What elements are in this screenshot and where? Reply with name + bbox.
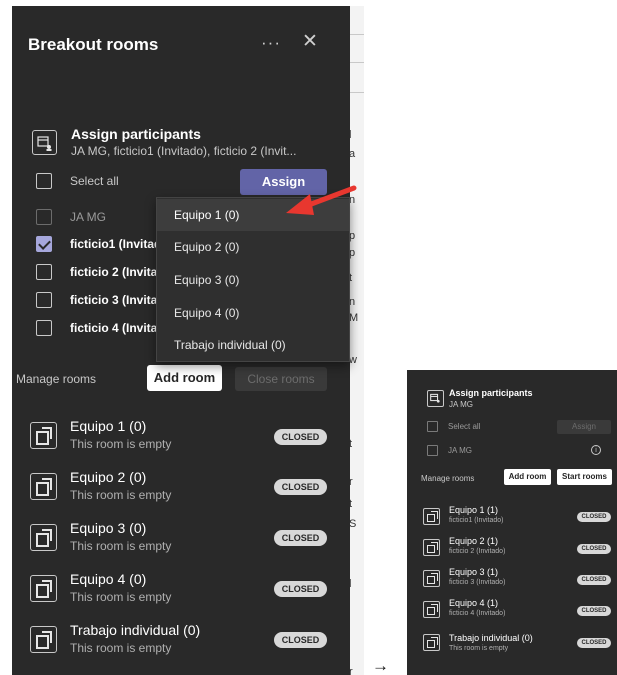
room-icon xyxy=(423,634,440,651)
room-icon xyxy=(423,539,440,556)
bg-text: S xyxy=(350,518,357,530)
bg-text: M xyxy=(350,312,359,324)
assign-participants-title: Assign participants xyxy=(71,126,201,142)
select-all-checkbox[interactable] xyxy=(427,421,438,432)
add-room-button[interactable]: Add room xyxy=(504,469,551,485)
room-icon xyxy=(30,422,57,449)
participant-checkbox[interactable] xyxy=(36,264,52,280)
close-rooms-button[interactable]: Close rooms xyxy=(235,367,327,391)
room-name[interactable]: Equipo 3 (0) xyxy=(70,520,146,536)
room-name[interactable]: Equipo 4 (1) xyxy=(449,598,498,608)
bg-text: p xyxy=(350,247,356,259)
info-icon[interactable]: i xyxy=(591,445,601,455)
manage-rooms-label: Manage rooms xyxy=(16,372,97,386)
room-status: This room is empty xyxy=(70,437,172,451)
participant-checkbox[interactable] xyxy=(36,209,52,225)
assign-participants-summary: JA MG, ficticio1 (Invitado), ficticio 2 … xyxy=(71,144,297,158)
room-name[interactable]: Trabajo individual (0) xyxy=(70,622,200,638)
assign-participants-summary: JA MG xyxy=(449,400,474,409)
select-all-label: Select all xyxy=(448,422,481,431)
bg-text: l xyxy=(350,129,352,141)
assign-participants-title: Assign participants xyxy=(449,388,533,398)
room-name[interactable]: Trabajo individual (0) xyxy=(449,633,533,643)
room-status: This room is empty xyxy=(70,488,172,502)
annotation-arrow-icon xyxy=(286,185,357,215)
assign-participants-icon xyxy=(427,390,444,407)
room-closed-badge: CLOSED xyxy=(577,575,611,585)
room-name[interactable]: Equipo 4 (0) xyxy=(70,571,146,587)
menu-item-room[interactable]: Equipo 3 (0) xyxy=(157,264,349,296)
bg-text: w xyxy=(350,354,357,366)
bg-text: a xyxy=(350,148,356,160)
room-status: This room is empty xyxy=(70,590,172,604)
bg-text: p xyxy=(350,230,356,242)
room-closed-badge: CLOSED xyxy=(274,429,327,445)
bg-text: n xyxy=(350,296,356,308)
assign-participants-icon xyxy=(32,130,57,155)
room-closed-badge: CLOSED xyxy=(577,638,611,648)
menu-item-room[interactable]: Trabajo individual (0) xyxy=(157,329,349,361)
bg-text: r xyxy=(350,666,353,675)
room-closed-badge: CLOSED xyxy=(577,606,611,616)
room-name[interactable]: Equipo 3 (1) xyxy=(449,567,498,577)
participant-checkbox[interactable] xyxy=(36,236,52,252)
bg-text: t xyxy=(350,498,353,510)
room-closed-badge: CLOSED xyxy=(274,530,327,546)
room-name[interactable]: Equipo 1 (0) xyxy=(70,418,146,434)
select-all-checkbox[interactable] xyxy=(36,173,52,189)
participant-checkbox[interactable] xyxy=(36,320,52,336)
room-status: ficticio 3 (Invitado) xyxy=(449,579,506,586)
room-name[interactable]: Equipo 1 (1) xyxy=(449,505,498,515)
menu-item-room[interactable]: Equipo 2 (0) xyxy=(157,231,349,263)
assign-button[interactable]: Assign xyxy=(557,420,611,434)
room-icon xyxy=(30,575,57,602)
start-rooms-button[interactable]: Start rooms xyxy=(557,469,612,485)
participant-name: JA MG xyxy=(70,210,107,224)
room-status: ficticio1 (Invitado) xyxy=(449,517,504,524)
bg-text: l xyxy=(350,578,352,590)
room-name[interactable]: Equipo 2 (1) xyxy=(449,536,498,546)
room-icon xyxy=(423,570,440,587)
room-status: ficticio 2 (Invitado) xyxy=(449,548,506,555)
menu-item-room[interactable]: Equipo 4 (0) xyxy=(157,297,349,329)
bg-text: r xyxy=(350,476,353,488)
panel-title: Breakout rooms xyxy=(28,35,159,54)
bg-text: t xyxy=(350,272,353,284)
participant-checkbox[interactable] xyxy=(427,445,438,456)
room-status: This room is empty xyxy=(449,645,509,652)
room-status: This room is empty xyxy=(70,539,172,553)
add-room-button[interactable]: Add room xyxy=(147,365,222,391)
more-options-icon[interactable]: ··· xyxy=(261,33,281,53)
room-closed-badge: CLOSED xyxy=(577,512,611,522)
manage-rooms-label: Manage rooms xyxy=(421,474,475,483)
breakout-rooms-panel-result: Assign participants JA MG Select all Ass… xyxy=(407,370,617,675)
bg-text: t xyxy=(350,438,353,450)
room-closed-badge: CLOSED xyxy=(274,632,327,648)
participant-checkbox[interactable] xyxy=(36,292,52,308)
background-document: l a n p p t n M w t r t S l r xyxy=(350,6,364,675)
select-all-label: Select all xyxy=(70,174,119,188)
room-status: This room is empty xyxy=(70,641,172,655)
room-closed-badge: CLOSED xyxy=(274,479,327,495)
room-icon xyxy=(30,626,57,653)
close-icon[interactable]: ✕ xyxy=(302,30,318,53)
room-status: ficticio 4 (Invitado) xyxy=(449,610,506,617)
room-closed-badge: CLOSED xyxy=(577,544,611,554)
room-icon xyxy=(423,601,440,618)
flow-arrow-icon: → xyxy=(372,656,389,675)
room-icon xyxy=(30,524,57,551)
participant-name: JA MG xyxy=(448,446,473,455)
room-closed-badge: CLOSED xyxy=(274,581,327,597)
room-icon xyxy=(30,473,57,500)
room-name[interactable]: Equipo 2 (0) xyxy=(70,469,146,485)
room-icon xyxy=(423,508,440,525)
